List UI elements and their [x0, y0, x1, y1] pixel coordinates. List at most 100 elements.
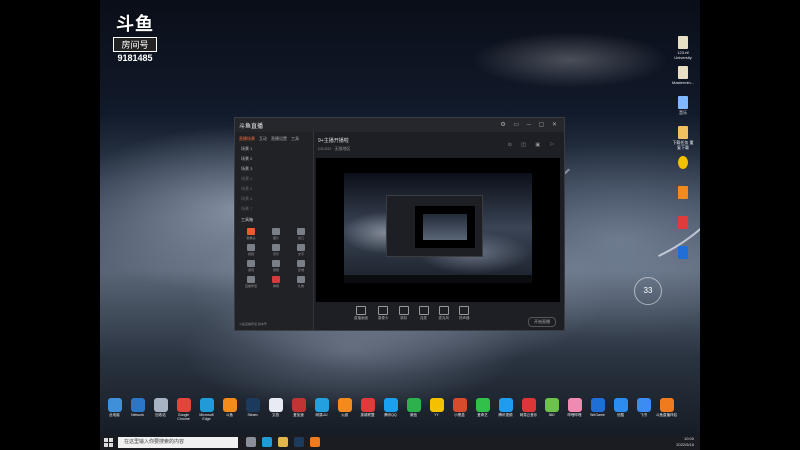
tool-window[interactable]: 窗口	[290, 228, 312, 240]
dock-icon[interactable]: 腾讯视频	[495, 398, 516, 428]
tab-settings[interactable]: 直播设置	[271, 136, 287, 142]
action-label: 直播画面	[354, 316, 368, 320]
app-icon	[659, 398, 674, 412]
scene-item[interactable]: 场景 6	[235, 194, 313, 204]
dock-icon[interactable]: Network	[127, 398, 148, 428]
tool-label: 窗口	[297, 236, 304, 240]
dock-icon[interactable]: 腾讯QQ	[380, 398, 401, 428]
tool-text[interactable]: 文字	[290, 244, 312, 256]
dock-icon[interactable]: 网易云音乐	[518, 398, 539, 428]
video-icon	[247, 244, 255, 251]
dock-icon[interactable]: 火绒	[334, 398, 355, 428]
scene-item[interactable]: 场景 5	[235, 184, 313, 194]
desktop-icon-6[interactable]	[672, 186, 694, 200]
action-speaker[interactable]: 扬声器	[459, 304, 470, 321]
live-app-window[interactable]: 斗鱼直播 ⚙ ▭ ─ ▢ ✕ 直播场景 互动 直播设置 工具 场景 1 场景 2…	[234, 117, 565, 331]
desktop-icon-1[interactable]: 123.rtf University	[672, 36, 694, 60]
tab-tools[interactable]: 工具	[291, 136, 299, 142]
dock-icon[interactable]: 飞书	[633, 398, 654, 428]
scene-item[interactable]: 场景 2	[235, 154, 313, 164]
dock-icon[interactable]: Steam	[242, 398, 263, 428]
dock-icon[interactable]: 爱加速	[288, 398, 309, 428]
dock-icon[interactable]: 斗鱼直播伴侣	[656, 398, 677, 428]
dock-icon[interactable]: 网易UU	[311, 398, 332, 428]
dock-icon[interactable]: YY	[426, 398, 447, 428]
desktop-icon-2[interactable]: Mastermin...	[672, 66, 694, 85]
tool-label: 礼物	[297, 284, 304, 288]
dock-icon[interactable]: 此电脑	[104, 398, 125, 428]
system-tray-clock[interactable]: 10:00 2022/5/16	[676, 436, 694, 448]
action-link[interactable]: 连麦	[418, 304, 429, 321]
scene-item[interactable]: 场景 4	[235, 174, 313, 184]
dock-icon[interactable]: Google Chrome	[173, 398, 194, 428]
app-icon	[245, 398, 260, 412]
tool-music[interactable]: 音乐	[265, 244, 287, 256]
action-camera[interactable]: 摄像头	[378, 304, 389, 321]
action-mic[interactable]: 麦克风	[439, 304, 449, 321]
steam-icon[interactable]	[294, 437, 304, 447]
dock-icon[interactable]: 回收站	[150, 398, 171, 428]
camera-icon	[378, 306, 389, 315]
dock-icon[interactable]: 斗鱼	[219, 398, 240, 428]
explorer-icon[interactable]	[278, 437, 288, 447]
weather-widget[interactable]: 33	[634, 277, 662, 305]
folder-icon	[678, 126, 688, 139]
file-icon	[678, 36, 688, 49]
dock-icon[interactable]: 爱奇艺	[472, 398, 493, 428]
task-view-icon[interactable]	[246, 437, 256, 447]
dock-icon-label: Steam	[247, 413, 258, 417]
desktop-icon-3[interactable]: 音乐	[672, 96, 694, 115]
edge-icon[interactable]	[262, 437, 272, 447]
dock-icon[interactable]: WeGame	[587, 398, 608, 428]
action-screen[interactable]: 直播画面	[354, 304, 368, 321]
dock-icon[interactable]: 哔哩哔哩	[564, 398, 585, 428]
dock-icon[interactable]: 小黑盒	[449, 398, 470, 428]
taskbar-search-input[interactable]: 在这里输入你要搜索的内容	[118, 437, 238, 448]
dock-icon-label: 爱奇艺	[477, 413, 488, 417]
stream-title[interactable]: 9+主播开播啦	[318, 137, 349, 144]
desktop-icon-4[interactable]: 下载任务 重复下载	[672, 126, 694, 150]
dock-icon[interactable]: 微信	[403, 398, 424, 428]
tool-gift[interactable]: 礼物	[290, 276, 312, 288]
action-record[interactable]: 录制	[398, 304, 409, 321]
window-controls[interactable]: ⚙ ▭ ─ ▢ ✕	[500, 121, 560, 128]
tool-region[interactable]: 区域	[290, 260, 312, 272]
dock-icon[interactable]: 英雄联盟	[357, 398, 378, 428]
taskbar-pinned	[246, 437, 320, 447]
scene-item[interactable]: 场景 7	[235, 204, 313, 214]
dock-icon[interactable]: 优酷	[610, 398, 631, 428]
tab-interact[interactable]: 互动	[259, 136, 267, 142]
tool-camera[interactable]: 摄像头	[240, 228, 262, 240]
stream-category[interactable]: CS:GO · 无限地区	[318, 146, 350, 152]
preview-controls[interactable]: ⊙ ◫ ▣ ⚐	[508, 142, 558, 148]
stream-preview[interactable]	[316, 158, 560, 302]
tool-video[interactable]: 视频	[240, 244, 262, 256]
app-icon	[521, 398, 536, 412]
window-titlebar[interactable]: 斗鱼直播 ⚙ ▭ ─ ▢ ✕	[235, 118, 564, 132]
scene-item[interactable]: 场景 1	[235, 144, 313, 154]
dock-icon-label: 文档	[272, 413, 279, 417]
desktop-icon-7[interactable]	[672, 216, 694, 230]
desktop-icon-5[interactable]	[672, 156, 694, 170]
tool-screen[interactable]: 屏幕	[265, 260, 287, 272]
app-title: 斗鱼直播	[239, 124, 264, 130]
windows-start-icon[interactable]	[104, 438, 113, 447]
tool-game[interactable]: 游戏	[240, 260, 262, 272]
tool-companion[interactable]: 直播伴侣	[240, 276, 262, 288]
app-icon	[383, 398, 398, 412]
tab-scenes[interactable]: 直播场景	[239, 136, 255, 142]
douyu-icon[interactable]	[310, 437, 320, 447]
tool-label: 摄像头	[246, 236, 256, 240]
desktop-icon-8[interactable]	[672, 246, 694, 260]
dock-icon[interactable]: Microsoft Edge	[196, 398, 217, 428]
start-live-button[interactable]: 开始直播	[528, 317, 556, 327]
tool-image[interactable]: 图片	[265, 228, 287, 240]
dock-icon[interactable]: 360	[541, 398, 562, 428]
dock-icon-label: 网易UU	[315, 413, 328, 417]
tool-danmaku[interactable]: 弹幕	[265, 276, 287, 288]
dock-icon[interactable]: 文档	[265, 398, 286, 428]
scene-item[interactable]: 场景 3	[235, 164, 313, 174]
tool-label: 游戏	[247, 268, 254, 272]
record-icon	[398, 306, 409, 315]
action-label: 摄像头	[378, 316, 389, 320]
